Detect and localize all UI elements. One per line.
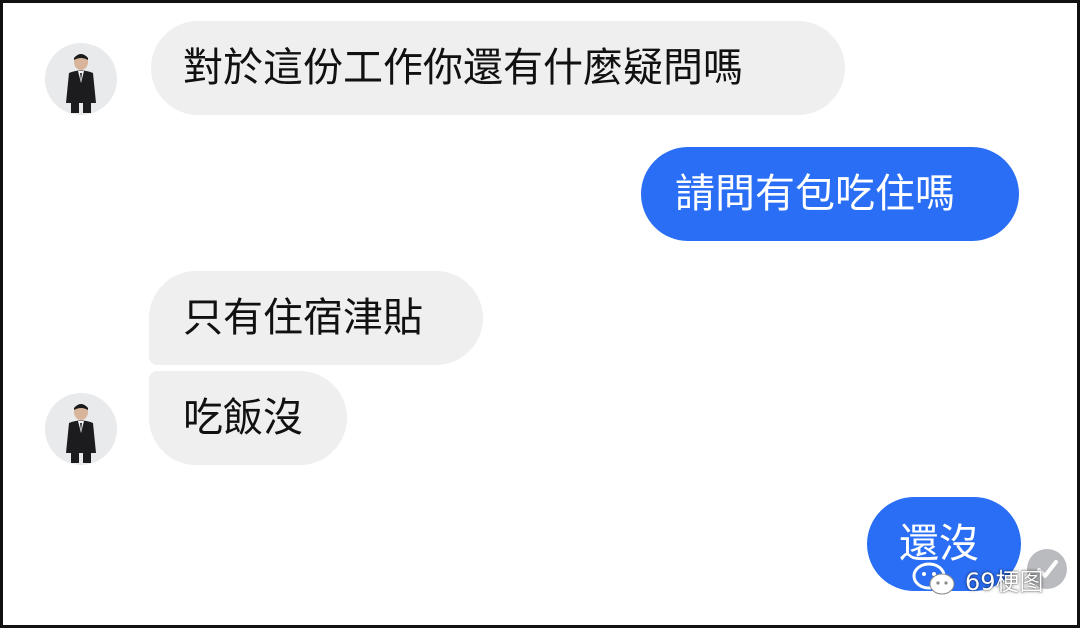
watermark: 69梗图 [911, 561, 1044, 597]
message-bubble-outgoing[interactable]: 請問有包吃住嗎 [641, 147, 1019, 241]
man-in-suit-icon [45, 393, 117, 465]
message-bubble-incoming[interactable]: 吃飯沒 [149, 371, 347, 465]
watermark-text: 69梗图 [965, 567, 1044, 596]
wechat-icon [911, 561, 957, 597]
man-in-suit-icon [45, 43, 117, 115]
message-bubble-incoming[interactable]: 只有住宿津貼 [149, 271, 483, 365]
contact-avatar[interactable] [45, 393, 117, 465]
message-bubble-incoming[interactable]: 對於這份工作你還有什麼疑問嗎 [151, 21, 845, 115]
contact-avatar[interactable] [45, 43, 117, 115]
chat-window: 對於這份工作你還有什麼疑問嗎 請問有包吃住嗎 只有住宿津貼 吃飯沒 還沒 69梗… [0, 0, 1080, 628]
